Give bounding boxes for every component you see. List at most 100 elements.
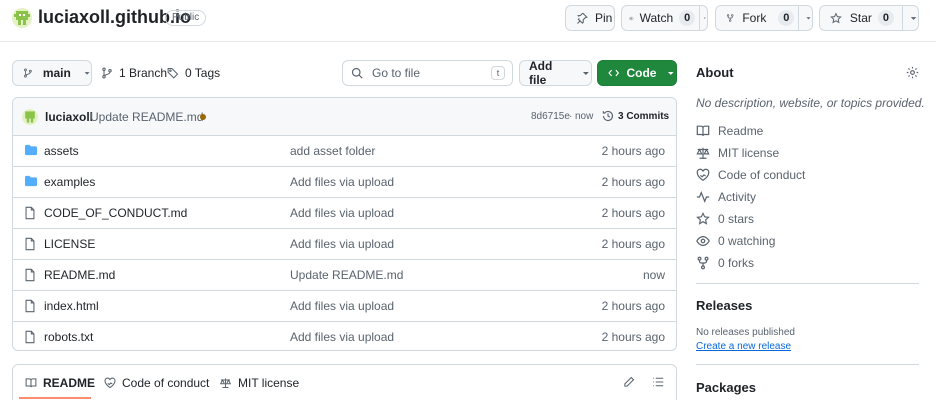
pin-button[interactable]: Pin [565,5,615,31]
file-name[interactable]: assets [44,144,79,158]
star-icon [830,12,842,23]
header-divider [0,41,936,42]
commit-sep: · [569,111,573,122]
branches-link[interactable]: 1 Branch [101,66,167,80]
file-commit-message[interactable]: add asset folder [290,144,375,158]
file-name[interactable]: README.md [44,268,115,282]
about-description: No description, website, or topics provi… [696,96,925,110]
file-row[interactable]: LICENSE Add files via upload 2 hours ago [13,228,677,259]
edit-pencil-icon[interactable] [623,376,635,388]
file-updated-time: 2 hours ago [601,237,665,251]
tab-readme-underline [19,397,91,399]
chevron-down-icon [84,72,90,75]
commit-author[interactable]: luciaxoll [45,110,93,124]
search-input[interactable]: Go to file [372,66,420,80]
go-to-file-search[interactable]: Go to file t [342,60,513,86]
file-row[interactable]: assets add asset folder 2 hours ago [13,135,677,166]
tag-icon [167,67,179,79]
outline-list-icon[interactable] [652,376,664,388]
latest-commit-bar: luciaxoll Update README.md 8d6715e · now… [13,98,676,136]
repo-avatar [12,8,32,28]
file-commit-message[interactable]: Update README.md [290,268,403,282]
gear-icon[interactable] [906,66,919,79]
file-row[interactable]: index.html Add files via upload 2 hours ag… [13,290,677,321]
file-row[interactable]: robots.txt Add files via upload 2 hours ag… [13,321,677,352]
file-updated-time: 2 hours ago [601,175,665,189]
file-name[interactable]: CODE_OF_CONDUCT.md [44,206,187,220]
file-icon [25,299,35,313]
commits-link[interactable]: 3 Commits [602,110,669,122]
about-forks[interactable]: 0 forks [696,256,754,270]
tab-readme[interactable]: README [25,376,95,390]
fork-button[interactable]: Fork 0 [715,5,813,31]
about-stars[interactable]: 0 stars [696,212,754,226]
about-stars-label: 0 stars [718,212,755,226]
packages-title[interactable]: Packages [696,380,756,395]
create-release-link[interactable]: Create a new release [696,341,791,352]
branch-icon [102,67,112,79]
file-updated-time: 2 hours ago [601,206,665,220]
chevron-down-icon [583,72,590,75]
file-name[interactable]: robots.txt [44,330,93,344]
fork-count: 0 [778,10,795,26]
file-row[interactable]: CODE_OF_CONDUCT.md Add files via upload 2 … [13,197,677,228]
sidebar-divider [696,364,919,365]
star-label: Star [849,11,872,25]
about-title: About [696,65,734,80]
file-commit-message[interactable]: Add files via upload [290,237,394,251]
file-commit-message[interactable]: Add files via upload [290,175,394,189]
chevron-down-icon[interactable] [805,13,812,23]
about-activity[interactable]: Activity [696,190,756,204]
pulse-icon [696,190,710,204]
tab-code-of-conduct[interactable]: Code of conduct [104,376,209,390]
book-icon [25,378,37,388]
tab-mit-license[interactable]: MIT license [219,376,299,390]
scale-icon [696,147,710,159]
code-button[interactable]: Code [597,60,677,86]
repo-visibility-badge: Public [165,10,207,26]
file-row[interactable]: examples Add files via upload 2 hours ago [13,166,677,197]
file-name[interactable]: LICENSE [44,237,95,251]
about-license-label: MIT license [718,146,780,160]
heart-icon [696,168,710,181]
pin-icon [577,12,588,24]
chevron-down-icon[interactable] [703,13,707,23]
about-readme[interactable]: Readme [696,124,763,138]
heart-icon [104,377,116,389]
commit-hash[interactable]: 8d6715e [531,111,570,122]
file-updated-time: 2 hours ago [601,330,665,344]
file-row[interactable]: README.md Update README.md now [13,259,677,290]
file-commit-message[interactable]: Add files via upload [290,330,394,344]
star-button[interactable]: Star 0 [819,5,919,31]
commit-status-dot[interactable] [200,114,206,120]
history-icon [602,110,614,122]
branches-count: 1 Branch [119,66,168,80]
file-name[interactable]: examples [44,175,95,189]
chevron-down-icon[interactable] [909,13,918,23]
file-icon [25,206,35,220]
search-shortcut-key: t [491,66,505,80]
fork-icon [726,14,734,22]
file-commit-message[interactable]: Add files via upload [290,206,394,220]
file-commit-message[interactable]: Add files via upload [290,299,394,313]
add-file-label: Add file [529,59,553,87]
watch-count: 0 [679,10,696,26]
commits-count: 3 Commits [618,110,670,122]
file-name[interactable]: index.html [44,299,99,313]
branch-select[interactable]: main [12,60,92,86]
tab-readme-label: README [43,376,96,390]
eye-icon [629,16,634,20]
about-code-of-conduct[interactable]: Code of conduct [696,168,805,182]
releases-title[interactable]: Releases [696,298,752,313]
add-file-button[interactable]: Add file [519,59,592,87]
search-icon [351,67,363,79]
about-activity-label: Activity [718,190,757,204]
commit-message[interactable]: Update README.md [90,110,203,124]
about-license[interactable]: MIT license [696,146,779,160]
watch-button[interactable]: Watch 0 [621,5,708,31]
about-watching[interactable]: 0 watching [696,234,775,248]
tags-link[interactable]: 0 Tags [167,66,220,80]
folder-icon [25,175,37,187]
about-code-of-conduct-label: Code of conduct [718,168,806,182]
file-updated-time: 2 hours ago [601,299,665,313]
